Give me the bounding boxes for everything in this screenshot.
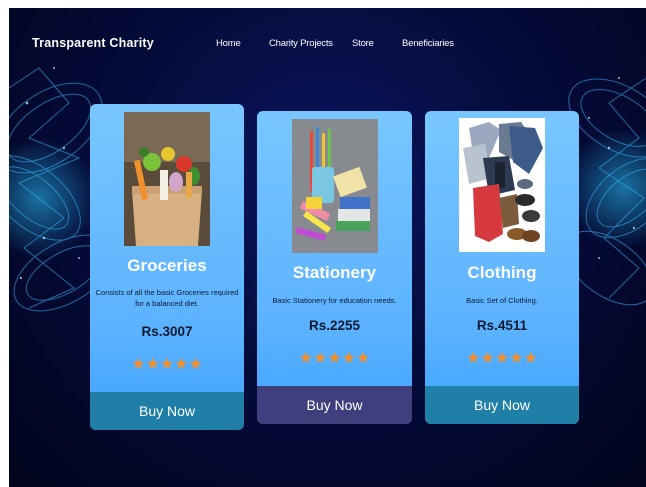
card-description: Basic Stationery for education needs.	[272, 296, 397, 305]
product-card-clothing: Clothing Basic Set of Clothing. Rs.4511 …	[425, 111, 579, 424]
card-price: Rs.4511	[476, 318, 528, 333]
buy-now-button[interactable]: Buy Now	[90, 392, 244, 430]
groceries-bag-image	[124, 112, 210, 246]
product-card-stationery: Stationery Basic Stationery for educatio…	[257, 111, 412, 424]
app-screen: Transparent Charity Home Charity Project…	[9, 8, 646, 487]
card-price: Rs.3007	[141, 324, 193, 339]
card-description: Basic Set of Clothing.	[466, 296, 538, 305]
clothing-image	[459, 118, 545, 252]
card-price: Rs.2255	[308, 318, 361, 333]
star-rating: ★★★★★	[466, 350, 538, 367]
card-title: Stationery	[292, 263, 377, 282]
card-title: Groceries	[127, 256, 207, 275]
buy-now-button[interactable]: Buy Now	[257, 386, 412, 424]
buy-now-button[interactable]: Buy Now	[425, 386, 579, 424]
star-rating: ★★★★★	[131, 356, 203, 373]
nav-item-home[interactable]: Home	[216, 38, 241, 49]
card-description: Consists of all the basic Groceries requ…	[95, 288, 239, 308]
card-title: Clothing	[467, 263, 537, 282]
product-card-groceries: Groceries Consists of all the basic Groc…	[90, 104, 244, 430]
star-rating: ★★★★★	[298, 350, 371, 367]
stationery-image	[291, 119, 378, 253]
nav-item-beneficiaries[interactable]: Beneficiaries	[402, 38, 454, 49]
nav-item-store[interactable]: Store	[352, 38, 374, 49]
nav-item-charity-projects[interactable]: Charity Projects	[269, 38, 333, 49]
brand-title[interactable]: Transparent Charity	[32, 36, 154, 50]
